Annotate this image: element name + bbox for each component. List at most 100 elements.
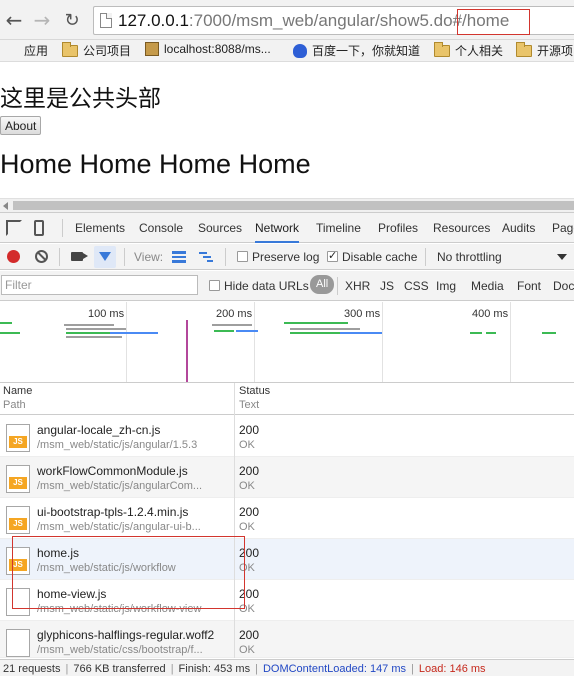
folder-icon [434,41,450,57]
chevron-down-icon[interactable] [557,254,567,260]
bookmark-apps[interactable]: 应用 [5,42,48,59]
summary-requests: 21 requests [3,663,61,675]
request-row[interactable]: angular-locale_zh-cn.js /msm_web/static/… [0,416,574,457]
request-row[interactable]: workFlowCommonModule.js /msm_web/static/… [0,457,574,498]
request-name: angular-locale_zh-cn.js [37,423,161,437]
tab-sources[interactable]: Sources [198,213,242,243]
request-bar [340,332,382,334]
column-name-header[interactable]: Name [3,385,32,397]
filter-media[interactable]: Media [471,279,504,293]
bookmark-company-projects[interactable]: 公司项目 [62,41,131,59]
request-row[interactable]: home.js /msm_web/static/js/workflow 200 … [0,539,574,580]
request-bar [236,330,258,332]
back-arrow-icon[interactable]: ← [3,8,25,32]
tab-console[interactable]: Console [139,213,183,243]
gridline [254,302,255,382]
js-file-icon [6,547,30,575]
request-bar [486,332,496,334]
about-button[interactable]: About [0,116,42,135]
url-text[interactable]: 127.0.0.1:7000/msm_web/angular/show5.do#… [118,11,509,31]
reload-icon[interactable]: ↻ [61,9,83,31]
request-name: home.js [37,546,80,560]
request-path: /msm_web/static/js/angular/1.5.3 [37,439,198,451]
filter-css[interactable]: CSS [404,279,429,293]
summary-transferred: 766 KB transferred [73,663,166,675]
request-name: glyphicons-halflings-regular.woff2 [37,628,215,642]
large-rows-icon[interactable] [172,251,186,263]
request-bar [214,330,234,332]
gridline [126,302,127,382]
preserve-log-checkbox[interactable] [237,251,248,262]
filter-font[interactable]: Font [517,279,541,293]
request-name: workFlowCommonModule.js [37,464,188,478]
page-header: 这里是公共头部 [0,86,161,112]
request-status-text: OK [239,521,255,533]
scroll-left-arrow-icon[interactable] [3,202,8,210]
throttling-select[interactable]: No throttling [437,250,502,264]
browser-toolbar: ← → ↻ 127.0.0.1:7000/msm_web/angular/sho… [0,0,574,40]
inspect-element-icon[interactable] [6,220,22,236]
js-file-icon [6,506,30,534]
clear-icon[interactable] [35,250,48,263]
filter-input[interactable] [1,275,198,295]
bookmarks-bar: 应用 公司项目 localhost:8088/ms... 百度一下，你就知道 个… [0,40,574,62]
forward-arrow-icon[interactable]: → [31,8,53,32]
request-status: 200 [239,546,260,560]
bookmark-open-source[interactable]: 开源项 [516,41,573,59]
tab-elements[interactable]: Elements [75,213,125,243]
request-status: 200 [239,587,260,601]
request-row[interactable]: glyphicons-halflings-regular.woff2 /msm_… [0,621,574,658]
bookmark-baidu[interactable]: 百度一下，你就知道 [293,42,420,59]
request-status: 200 [239,464,260,478]
page-icon [145,42,159,56]
device-mode-icon[interactable] [34,220,44,236]
column-status-header[interactable]: Status [239,385,270,397]
requests-table-header: Name Path Status Text [0,383,574,415]
scrollbar-thumb[interactable] [13,201,574,210]
horizontal-scrollbar[interactable] [0,198,574,212]
column-divider[interactable] [234,383,235,658]
bookmark-personal[interactable]: 个人相关 [434,41,504,59]
request-path: /msm_web/static/js/angular-ui-b... [37,521,201,533]
capture-screenshots-icon[interactable] [71,252,88,261]
summary-finish: Finish: 453 ms [178,663,251,675]
overview-waterfall-icon[interactable] [199,251,213,263]
request-path: /msm_web/static/js/angularCom... [37,480,203,492]
request-row[interactable]: home-view.js /msm_web/static/js/workflow… [0,580,574,621]
request-name: ui-bootstrap-tpls-1.2.4.min.js [37,505,189,519]
tab-timeline[interactable]: Timeline [316,213,361,243]
disable-cache-checkbox[interactable] [327,249,338,262]
devtools-panel: Elements Console Sources Network Timelin… [0,212,574,676]
toolbar-divider [59,248,60,266]
gridline [382,302,383,382]
request-name: home-view.js [37,587,107,601]
filter-funnel-icon [99,252,111,261]
filter-img[interactable]: Img [436,279,456,293]
tab-page[interactable]: Page [552,213,574,243]
request-path: /msm_web/static/js/workflow-view [37,603,202,615]
filter-toggle-button[interactable] [94,246,116,268]
filter-all-button[interactable]: All [310,275,335,294]
toolbar-divider [337,277,338,295]
bookmark-label: 个人相关 [455,44,504,58]
filter-xhr[interactable]: XHR [345,279,370,293]
bookmark-label: 百度一下，你就知道 [312,44,421,58]
load-event-line [186,320,188,382]
request-row[interactable]: ui-bootstrap-tpls-1.2.4.min.js /msm_web/… [0,498,574,539]
hide-data-urls-checkbox[interactable] [209,280,220,291]
network-overview-timeline[interactable]: 100 ms 200 ms 300 ms 400 ms [0,302,574,383]
filter-bar: Hide data URLs All XHR JS CSS Img Media … [0,271,574,301]
tab-profiles[interactable]: Profiles [378,213,418,243]
request-bar [212,324,252,326]
folder-icon [516,41,532,57]
filter-js[interactable]: JS [380,279,394,293]
record-icon[interactable] [7,250,20,263]
tab-audits[interactable]: Audits [502,213,535,243]
request-status-text: OK [239,603,255,615]
filter-doc[interactable]: Doc [553,279,574,293]
view-label: View: [134,250,164,264]
bookmark-localhost[interactable]: localhost:8088/ms... [145,42,271,56]
tab-network[interactable]: Network [255,213,300,243]
tab-resources[interactable]: Resources [433,213,490,243]
timeline-label: 300 ms [344,308,381,320]
